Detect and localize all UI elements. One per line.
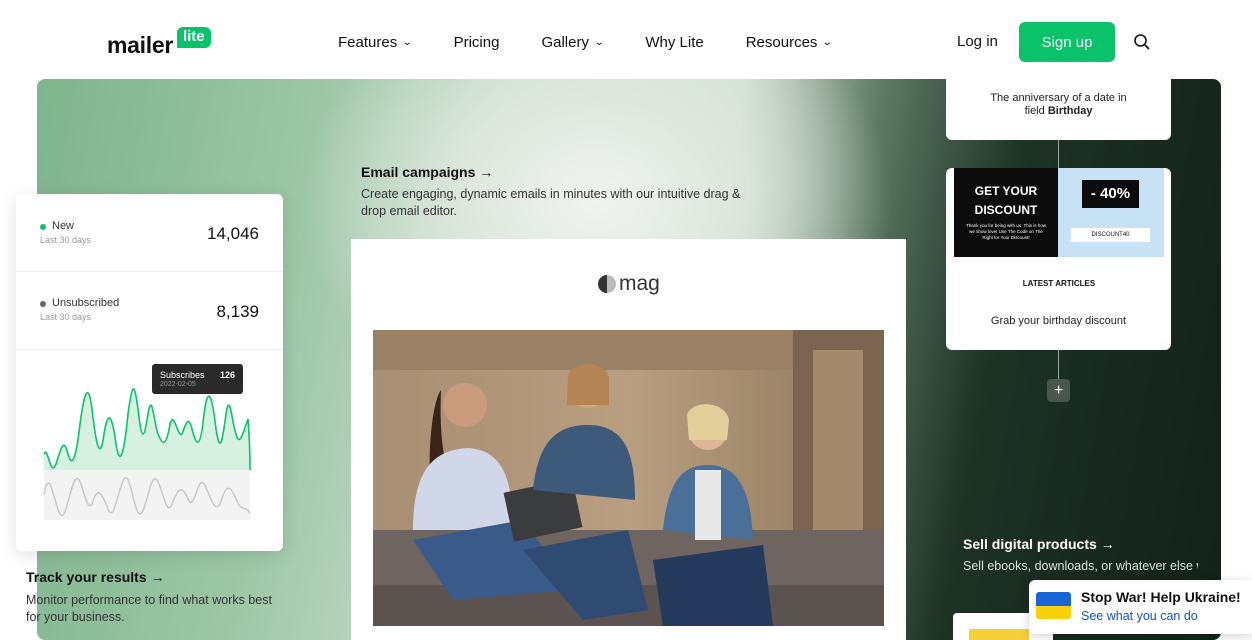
nav-item-features[interactable]: Features ⌄ [338, 33, 413, 51]
tooltip-date: 2022-02-05 [160, 381, 196, 388]
nav-item-resources[interactable]: Resources ⌄ [745, 33, 834, 51]
discount-heading-1: GET YOUR [974, 184, 1038, 198]
stat-period: Last 30 days [40, 235, 92, 245]
chevron-down-icon: ⌄ [401, 36, 413, 48]
chart-tooltip: Subscribes 2022-02-05 126 [152, 364, 243, 394]
birthday-trigger-card[interactable]: The anniversary of a date in field Birth… [946, 78, 1171, 140]
ukraine-banner[interactable]: Stop War! Help Ukraine! See what you can… [1029, 580, 1252, 634]
track-results-description: Monitor performance to find what works b… [26, 593, 272, 624]
banner-title: Stop War! Help Ukraine! [1081, 589, 1241, 605]
stat-period: Last 30 days [40, 312, 92, 322]
trigger-line-1: The anniversary of a date in [990, 92, 1127, 104]
discount-heading-2: DISCOUNT [974, 203, 1038, 217]
nav-item-label: Features [338, 33, 398, 51]
banner-link[interactable]: See what you can do [1081, 609, 1198, 623]
stats-card: New Last 30 days 14,046 Unsubscribed Las… [16, 194, 283, 551]
flow-connector [1058, 140, 1059, 168]
gray-dot-icon [40, 301, 46, 307]
birthday-email-card[interactable]: GET YOUR DISCOUNT Thank you for being wi… [946, 168, 1171, 350]
add-step-button[interactable]: + [1047, 379, 1070, 402]
top-navigation: mailer lite Features ⌄ Pricing Gallery ⌄… [0, 0, 1252, 80]
stat-row-new: New Last 30 days 14,046 [16, 194, 283, 272]
tooltip-label: Subscribes [160, 370, 205, 380]
chevron-down-icon: ⌄ [822, 36, 834, 48]
stat-row-unsubscribed: Unsubscribed Last 30 days 8,139 [16, 272, 283, 350]
chevron-down-icon: ⌄ [593, 36, 605, 48]
green-dot-icon [40, 224, 46, 230]
search-button[interactable] [1132, 32, 1152, 52]
hero-photo [373, 330, 884, 626]
women-laptop-photo [373, 330, 884, 626]
nav-item-label: Why Lite [645, 33, 704, 51]
email-campaigns-description: Create engaging, dynamic emails in minut… [361, 187, 741, 218]
logo-badge: lite [176, 27, 211, 48]
discount-small-text: Thank you for being with us. This is how… [966, 223, 1046, 240]
discount-block: GET YOUR DISCOUNT Thank you for being wi… [954, 168, 1058, 257]
mag-logo: mag [598, 272, 660, 296]
ukraine-flag-icon [1036, 592, 1071, 619]
tooltip-value: 126 [219, 370, 235, 380]
trigger-description: The anniversary of a date in field Birth… [946, 92, 1171, 118]
stat-label: Unsubscribed [52, 297, 120, 309]
latest-articles-heading: LATEST ARTICLES [1022, 279, 1096, 288]
signup-button[interactable]: Sign up [1019, 22, 1115, 62]
nav-item-label: Resources [745, 33, 818, 51]
email-campaigns-link[interactable]: Email campaigns → [361, 164, 493, 180]
nav-item-why-lite[interactable]: Why Lite [645, 33, 703, 51]
sell-digital-products-link[interactable]: Sell digital products → [963, 536, 1115, 552]
mag-logo-text: mag [619, 272, 660, 295]
logo-text: mailer [107, 32, 173, 58]
login-link[interactable]: Log in [957, 33, 998, 50]
discount-code-block: - 40% DISCOUNT40 [1058, 168, 1164, 257]
discount-heading: GET YOUR DISCOUNT [954, 182, 1058, 220]
stat-value: 8,139 [216, 302, 259, 321]
email-preview: mag [351, 239, 906, 640]
discount-code: DISCOUNT40 [1071, 228, 1150, 242]
product-tag [969, 629, 1029, 640]
trigger-line-2-bold: Birthday [1047, 105, 1093, 117]
stat-value: 14,046 [207, 224, 259, 243]
flow-connector [1058, 350, 1059, 379]
mag-logo-icon [598, 275, 616, 293]
nav-item-gallery[interactable]: Gallery ⌄ [541, 33, 605, 51]
nav-item-label: Gallery [541, 33, 589, 51]
mailerlite-logo[interactable]: mailer lite [107, 27, 211, 59]
email-step-label: Grab your birthday discount [990, 315, 1127, 327]
search-icon [1134, 34, 1150, 50]
trigger-line-2-prefix: field [1024, 105, 1048, 117]
nav-links: Features ⌄ Pricing Gallery ⌄ Why Lite Re… [338, 33, 874, 51]
nav-item-label: Pricing [453, 33, 500, 51]
nav-item-pricing[interactable]: Pricing [454, 33, 500, 51]
stat-label: New [52, 220, 75, 232]
discount-percent: - 40% [1082, 180, 1139, 208]
track-results-link[interactable]: Track your results → [26, 569, 165, 585]
articles-block: LATEST ARTICLES [954, 257, 1164, 301]
